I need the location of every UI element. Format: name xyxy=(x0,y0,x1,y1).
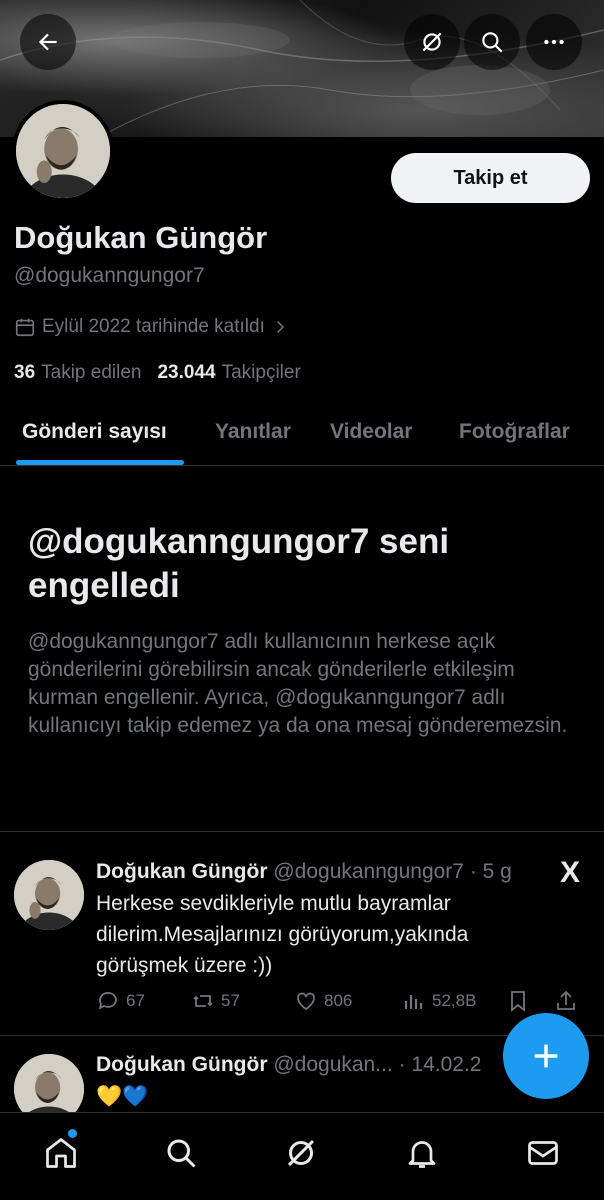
heart-icon xyxy=(297,992,315,1011)
bottom-navigation xyxy=(0,1112,604,1200)
home-icon xyxy=(46,1138,76,1168)
home-notification-dot xyxy=(68,1129,77,1138)
grok-icon xyxy=(422,32,442,52)
nav-messages[interactable] xyxy=(521,1131,565,1175)
bookmark-button[interactable] xyxy=(506,989,554,1013)
post-avatar[interactable] xyxy=(14,860,84,930)
profile-name: Doğukan Güngör xyxy=(14,220,268,255)
search-icon xyxy=(167,1139,196,1168)
nav-home[interactable] xyxy=(39,1131,83,1175)
follow-stats: 36 Takip edilen 23.044 Takipçiler xyxy=(14,362,301,384)
arrow-left-icon xyxy=(38,33,57,51)
views-icon xyxy=(404,995,423,1009)
following-label: Takip edilen xyxy=(41,362,142,383)
calendar-icon xyxy=(15,318,35,337)
post-meta: @dogukan... · 14.02.2 xyxy=(273,1053,482,1076)
post-author-name[interactable]: Doğukan Güngör xyxy=(96,860,268,883)
search-icon xyxy=(482,32,503,53)
reply-button[interactable]: 67 xyxy=(96,989,191,1013)
active-tab-indicator xyxy=(16,460,184,465)
repost-count: 57 xyxy=(221,991,240,1010)
reply-icon xyxy=(98,992,117,1010)
share-icon xyxy=(557,990,575,1010)
views-button[interactable]: 52,8B xyxy=(402,989,506,1013)
like-button[interactable]: 806 xyxy=(294,989,402,1013)
post-text: 💛💙 xyxy=(96,1085,149,1108)
notifications-icon xyxy=(408,1141,436,1168)
joined-label: Eylül 2022 tarihinde katıldı xyxy=(42,316,265,337)
post-avatar[interactable] xyxy=(14,1054,84,1112)
bookmark-icon xyxy=(511,991,525,1012)
more-button[interactable] xyxy=(526,14,582,70)
share-button[interactable] xyxy=(554,989,578,1013)
repost-icon xyxy=(193,995,213,1007)
post-header: Doğukan Güngör @dogukan... · 14.02.2 xyxy=(96,1053,506,1077)
post-text: Herkese sevdikleriyle mutlu bayramlar di… xyxy=(96,892,469,977)
post-meta: @dogukanngungor7 · 5 g xyxy=(273,860,512,883)
repost-button[interactable]: 57 xyxy=(191,989,294,1013)
nav-search[interactable] xyxy=(159,1131,203,1175)
profile-tabs: Gönderi sayısı Yanıtlar Videolar Fotoğra… xyxy=(0,400,604,466)
joined-date[interactable]: Eylül 2022 tarihinde katıldı xyxy=(14,316,289,338)
block-notice-title: @dogukanngungor7 seni engelledi xyxy=(28,522,450,605)
followers-stat[interactable]: 23.044 Takipçiler xyxy=(157,362,300,384)
grok-button[interactable] xyxy=(404,14,460,70)
nav-notifications[interactable] xyxy=(400,1131,444,1175)
chevron-right-icon xyxy=(277,321,284,333)
block-notice-description: @dogukanngungor7 adlı kullanıcının herke… xyxy=(28,630,568,737)
like-count: 806 xyxy=(324,991,353,1010)
reply-count: 67 xyxy=(126,991,145,1010)
tab-photos[interactable]: Fotoğraflar xyxy=(459,420,570,444)
following-count: 36 xyxy=(14,362,36,383)
post-actions: 67 57 806 52,8B xyxy=(96,986,596,1016)
profile-avatar[interactable] xyxy=(12,100,114,202)
tab-replies[interactable]: Yanıtlar xyxy=(215,420,291,444)
nav-grok[interactable] xyxy=(279,1131,323,1175)
profile-handle: @dogukanngungor7 xyxy=(14,264,205,287)
compose-post-button[interactable] xyxy=(503,1013,589,1099)
back-button[interactable] xyxy=(20,14,76,70)
follow-button[interactable]: Takip et xyxy=(391,153,590,203)
followers-label: Takipçiler xyxy=(221,362,301,383)
messages-icon xyxy=(528,1141,558,1165)
plus-icon xyxy=(534,1044,558,1068)
x-logo-icon: X xyxy=(560,856,581,889)
more-horizontal-icon xyxy=(544,39,564,45)
grok-icon xyxy=(287,1139,315,1167)
search-button[interactable] xyxy=(464,14,520,70)
following-stat[interactable]: 36 Takip edilen xyxy=(14,362,141,384)
post-header: Doğukan Güngör @dogukanngungor7 · 5 g xyxy=(96,860,546,884)
views-count: 52,8B xyxy=(432,991,477,1010)
post-author-name[interactable]: Doğukan Güngör xyxy=(96,1053,268,1076)
tab-videos[interactable]: Videolar xyxy=(330,420,412,444)
followers-count: 23.044 xyxy=(157,362,216,383)
tab-posts[interactable]: Gönderi sayısı xyxy=(22,420,167,444)
post-item[interactable]: Doğukan Güngör @dogukanngungor7 · 5 g X … xyxy=(0,831,604,1035)
